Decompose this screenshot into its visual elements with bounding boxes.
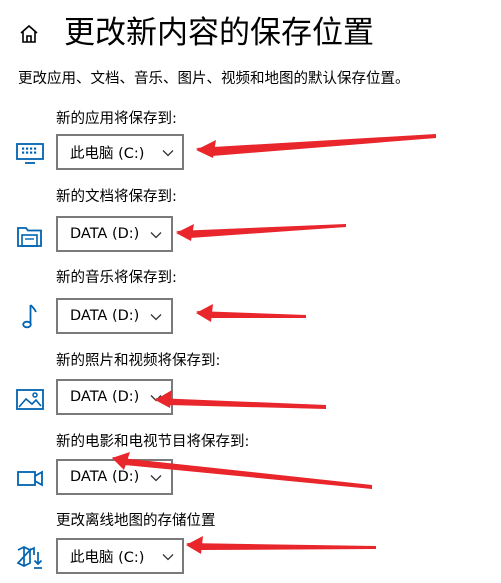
movies-drive-select[interactable]: DATA (D:) (56, 459, 173, 495)
chevron-down-icon (162, 150, 174, 157)
page-description: 更改应用、文档、音乐、图片、视频和地图的默认保存位置。 (18, 71, 410, 87)
apps-drive-value: 此电脑 (C:) (70, 145, 145, 162)
music-drive-select[interactable]: DATA (D:) (56, 298, 173, 334)
chevron-down-icon (150, 232, 162, 239)
docs-drive-select[interactable]: DATA (D:) (56, 216, 173, 252)
annotation-arrow (176, 224, 346, 238)
chevron-down-icon (162, 554, 174, 561)
annotation-arrow (196, 304, 213, 322)
folder-icon (17, 227, 42, 247)
page-title: 更改新内容的保存位置 (64, 15, 374, 51)
chevron-down-icon (150, 395, 162, 402)
annotation-arrow (176, 224, 194, 241)
chevron-down-icon (150, 314, 162, 321)
docs-drive-value: DATA (D:) (70, 226, 140, 242)
annotation-arrow (155, 398, 326, 409)
music-drive-value: DATA (D:) (70, 308, 140, 324)
annotation-arrow (196, 311, 306, 318)
photos-save-label: 新的照片和视频将保存到: (56, 353, 221, 369)
maps-drive-value: 此电脑 (C:) (70, 549, 145, 566)
photos-drive-select[interactable]: DATA (D:) (56, 379, 173, 415)
docs-save-label: 新的文档将保存到: (56, 189, 177, 205)
movies-drive-value: DATA (D:) (70, 469, 140, 485)
video-camera-icon (17, 470, 43, 487)
annotation-arrow (196, 140, 216, 158)
annotation-arrow (196, 134, 436, 156)
movies-save-label: 新的电影和电视节目将保存到: (56, 434, 250, 450)
photos-drive-value: DATA (D:) (70, 389, 140, 405)
monitor-icon (16, 143, 44, 164)
annotation-arrow (186, 543, 376, 550)
music-save-label: 新的音乐将保存到: (56, 270, 177, 286)
chevron-down-icon (150, 475, 162, 482)
apps-save-label: 新的应用将保存到: (56, 111, 177, 127)
music-note-icon (22, 304, 37, 329)
home-icon[interactable] (18, 23, 40, 45)
picture-icon (16, 389, 44, 410)
maps-storage-label: 更改离线地图的存储位置 (56, 513, 216, 529)
apps-drive-select[interactable]: 此电脑 (C:) (56, 134, 184, 170)
annotation-arrow (186, 536, 203, 554)
map-download-icon (16, 546, 43, 569)
maps-drive-select[interactable]: 此电脑 (C:) (56, 538, 184, 574)
